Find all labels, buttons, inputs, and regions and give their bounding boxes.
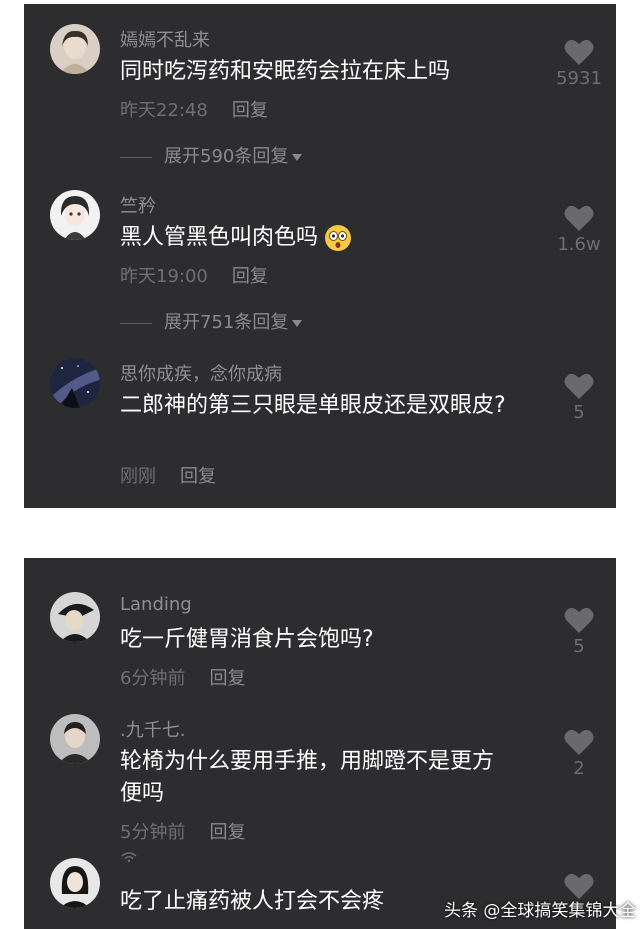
comment-meta: 刚刚 回复 <box>120 462 216 488</box>
like-count: 5931 <box>556 68 602 89</box>
expand-replies-label: 展开590条回复 <box>164 146 289 167</box>
comment-meta: 5分钟前 回复 <box>120 818 245 844</box>
avatar-person-icon[interactable] <box>50 714 100 764</box>
reply-button[interactable]: 回复 <box>232 100 268 121</box>
avatar-anime-girl-icon[interactable] <box>50 190 100 240</box>
comments-panel-top: 嫣嫣不乱来 同时吃泻药和安眠药会拉在床上吗 昨天22:48 回复 5931 展开5… <box>24 4 616 508</box>
chevron-down-icon <box>292 153 303 161</box>
avatar-galaxy-icon[interactable] <box>50 358 100 408</box>
shocked-face-emoji <box>325 225 352 251</box>
avatar-woman-icon[interactable] <box>50 858 100 908</box>
comment-meta: 昨天19:00 回复 <box>120 262 268 288</box>
comment-time: 5分钟前 <box>120 822 186 843</box>
reply-button[interactable]: 回复 <box>209 668 245 689</box>
comment-meta: 昨天22:48 回复 <box>120 96 268 122</box>
comment-username[interactable]: 思你成疾，念你成病 <box>120 360 282 386</box>
comment-time: 刚刚 <box>120 466 156 487</box>
comments-panel-bottom: Landing 吃一斤健胃消食片会饱吗? 6分钟前 回复 5 .九千七. 轮椅为什… <box>24 558 616 929</box>
comment-text: 二郎神的第三只眼是单眼皮还是双眼皮? <box>120 393 506 418</box>
heart-icon[interactable] <box>564 606 594 634</box>
divider <box>120 322 152 324</box>
watermark: 头条 @全球搞笑集锦大全 <box>444 901 637 921</box>
like-count: 5 <box>573 402 585 423</box>
comment-text: 吃一斤健胃消食片会饱吗? <box>120 627 374 652</box>
comment-meta: 6分钟前 回复 <box>120 664 245 690</box>
divider <box>120 156 152 158</box>
comment-username[interactable]: .九千七. <box>120 716 185 742</box>
avatar-plague-doctor-icon[interactable] <box>50 592 100 642</box>
comment-text: 轮椅为什么要用手推，用脚蹬不是更方便吗 <box>120 749 495 806</box>
comment-username[interactable]: Landing <box>120 594 192 615</box>
comment-time: 昨天19:00 <box>120 266 208 287</box>
expand-replies-button[interactable]: 展开590条回复 <box>120 142 303 168</box>
comment-text-content: 黑人管黑色叫肉色吗 <box>120 225 319 250</box>
comment-time: 6分钟前 <box>120 668 186 689</box>
comment-username[interactable]: 嫣嫣不乱来 <box>120 26 210 52</box>
heart-icon[interactable] <box>564 38 594 66</box>
like-count: 1.6w <box>557 234 601 255</box>
comment-time: 昨天22:48 <box>120 100 208 121</box>
comment-username[interactable]: 竺矜 <box>120 192 156 218</box>
reply-button[interactable]: 回复 <box>180 466 216 487</box>
comment-text: 同时吃泻药和安眠药会拉在床上吗 <box>120 59 451 84</box>
like-count: 2 <box>573 758 585 779</box>
comment-text: 黑人管黑色叫肉色吗 <box>120 222 510 254</box>
avatar-portrait-icon[interactable] <box>50 24 100 74</box>
heart-icon[interactable] <box>564 204 594 232</box>
expand-replies-label: 展开751条回复 <box>164 312 289 333</box>
expand-replies-button[interactable]: 展开751条回复 <box>120 308 303 334</box>
heart-icon[interactable] <box>564 372 594 400</box>
chevron-down-icon <box>292 319 303 327</box>
wifi-icon <box>121 852 137 862</box>
heart-icon[interactable] <box>564 728 594 756</box>
like-count: 5 <box>573 636 585 657</box>
reply-button[interactable]: 回复 <box>232 266 268 287</box>
reply-button[interactable]: 回复 <box>209 822 245 843</box>
